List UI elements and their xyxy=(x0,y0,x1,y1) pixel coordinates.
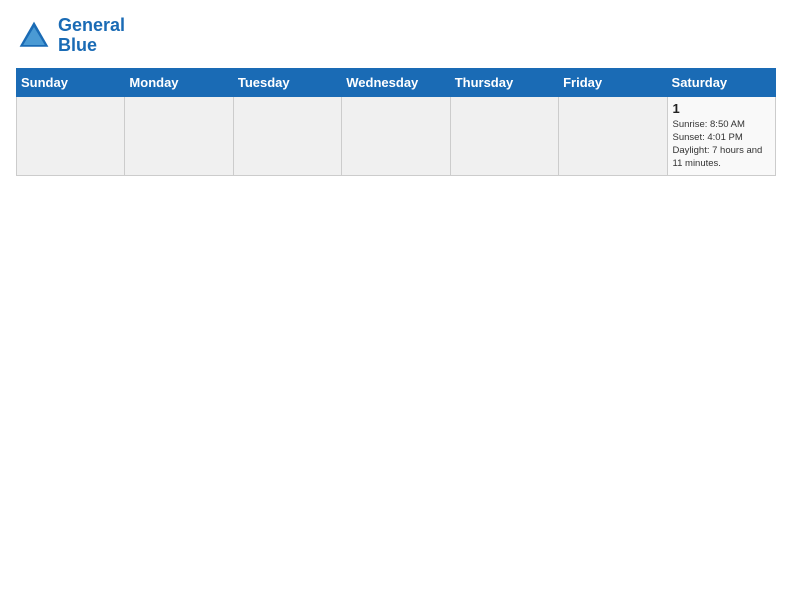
calendar-table: SundayMondayTuesdayWednesdayThursdayFrid… xyxy=(16,68,776,176)
logo: General Blue xyxy=(16,16,125,56)
day-info: Sunrise: 8:50 AMSunset: 4:01 PMDaylight:… xyxy=(673,118,770,171)
calendar-cell xyxy=(233,96,341,175)
weekday-header: Wednesday xyxy=(342,68,450,96)
logo-icon xyxy=(16,18,52,54)
logo-text: General Blue xyxy=(58,16,125,56)
calendar-cell xyxy=(559,96,667,175)
page-header: General Blue xyxy=(16,16,776,56)
weekday-header: Saturday xyxy=(667,68,775,96)
calendar-cell xyxy=(125,96,233,175)
calendar-cell xyxy=(342,96,450,175)
weekday-header: Sunday xyxy=(17,68,125,96)
weekday-header-row: SundayMondayTuesdayWednesdayThursdayFrid… xyxy=(17,68,776,96)
weekday-header: Tuesday xyxy=(233,68,341,96)
calendar-cell xyxy=(450,96,558,175)
weekday-header: Thursday xyxy=(450,68,558,96)
day-number: 1 xyxy=(673,101,770,116)
weekday-header: Monday xyxy=(125,68,233,96)
calendar-cell xyxy=(17,96,125,175)
calendar-week-row: 1 Sunrise: 8:50 AMSunset: 4:01 PMDaylight… xyxy=(17,96,776,175)
weekday-header: Friday xyxy=(559,68,667,96)
calendar-cell: 1 Sunrise: 8:50 AMSunset: 4:01 PMDaylight… xyxy=(667,96,775,175)
